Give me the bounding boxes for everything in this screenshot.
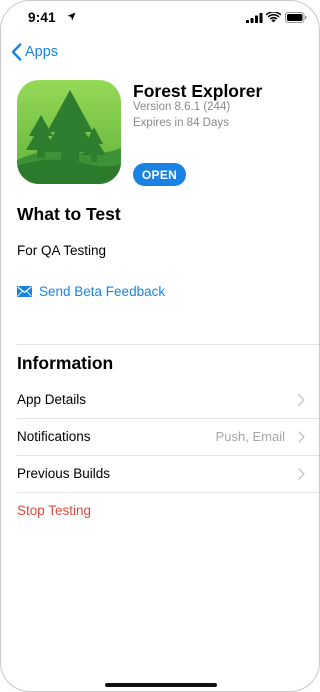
cellular-signal-icon	[246, 13, 263, 23]
open-button[interactable]: OPEN	[133, 163, 186, 186]
back-button-label: Apps	[25, 44, 59, 60]
home-indicator[interactable]	[105, 683, 217, 687]
what-to-test-notes: For QA Testing	[17, 243, 107, 258]
forest-app-icon	[17, 80, 121, 184]
app-details-row[interactable]: App Details	[17, 382, 319, 418]
phone-screen: 9:41 Apps Forest Explorer Version 8.6.1 …	[0, 0, 320, 692]
app-version: Version 8.6.1 (244)	[133, 101, 231, 113]
app-name: Forest Explorer	[133, 81, 263, 101]
chevron-right-icon	[298, 431, 305, 443]
send-beta-feedback-label: Send Beta Feedback	[39, 284, 166, 299]
envelope-icon	[17, 286, 32, 297]
back-button[interactable]: Apps	[11, 41, 58, 63]
location-arrow-icon	[67, 12, 76, 21]
stop-testing-label: Stop Testing	[17, 503, 92, 518]
section-divider	[17, 344, 319, 345]
battery-icon	[285, 12, 307, 23]
what-to-test-heading: What to Test	[17, 204, 121, 224]
stop-testing-button[interactable]: Stop Testing	[17, 493, 319, 529]
notifications-label: Notifications	[17, 429, 91, 444]
app-expiration: Expires in 84 Days	[133, 117, 229, 129]
status-bar: 9:41	[1, 1, 319, 35]
chevron-right-icon	[298, 394, 305, 406]
previous-builds-label: Previous Builds	[17, 466, 111, 481]
send-beta-feedback-link[interactable]: Send Beta Feedback	[17, 284, 165, 299]
wifi-icon	[266, 12, 281, 23]
status-time: 9:41	[28, 10, 56, 25]
information-heading: Information	[17, 353, 114, 373]
chevron-left-icon	[11, 43, 22, 61]
notifications-value: Push, Email	[215, 429, 285, 444]
notifications-row[interactable]: Notifications Push, Email	[17, 419, 319, 455]
previous-builds-row[interactable]: Previous Builds	[17, 456, 319, 492]
chevron-right-icon	[298, 468, 305, 480]
app-details-label: App Details	[17, 392, 87, 407]
